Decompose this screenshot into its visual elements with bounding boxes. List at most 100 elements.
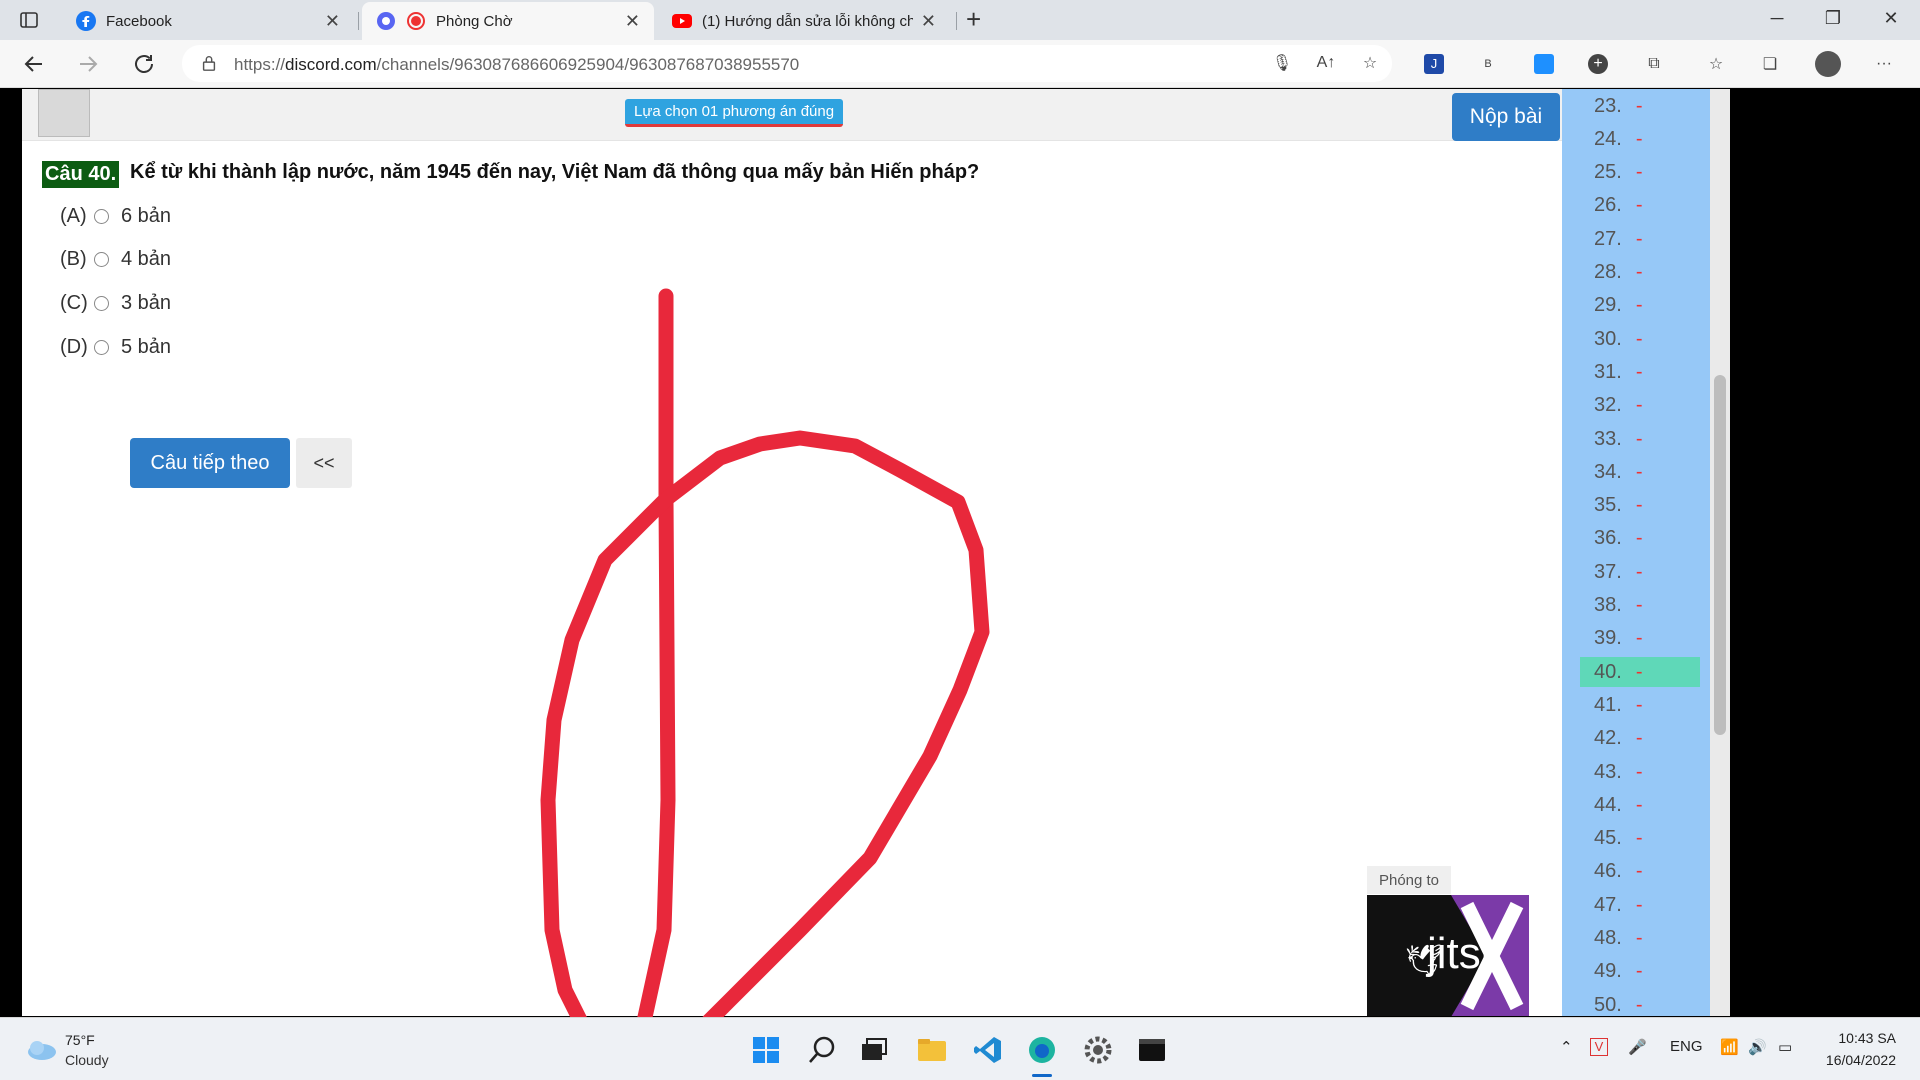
option-radio[interactable]	[94, 295, 109, 311]
option-radio[interactable]	[94, 208, 109, 224]
collections-icon[interactable]: ❏	[1756, 50, 1784, 78]
app-icon	[377, 12, 395, 30]
question-number-label: 27.	[1594, 227, 1622, 250]
extension-plus-icon[interactable]: +	[1584, 50, 1612, 78]
extension-j-icon[interactable]: J	[1420, 50, 1448, 78]
tab-facebook[interactable]: Facebook ✕	[62, 2, 354, 40]
tab-youtube[interactable]: (1) Hướng dẫn sửa lỗi không chi ✕	[658, 2, 950, 40]
previous-question-button[interactable]: <<	[296, 438, 352, 488]
question-list-item[interactable]: 24. -	[1580, 124, 1700, 154]
question-list-item[interactable]: 48. -	[1580, 924, 1700, 954]
language-indicator[interactable]: ENG	[1670, 1038, 1703, 1055]
option-b[interactable]: (B) 4 bản	[60, 244, 171, 274]
option-radio[interactable]	[94, 251, 109, 267]
close-tab-icon[interactable]: ✕	[325, 11, 340, 32]
settings-gear-icon[interactable]	[1082, 1034, 1114, 1066]
file-explorer-icon[interactable]	[916, 1034, 948, 1066]
clock-time[interactable]: 10:43 SA	[1820, 1030, 1896, 1046]
more-menu-icon[interactable]: ···	[1870, 50, 1898, 78]
scrollbar[interactable]	[1710, 89, 1730, 1016]
close-window-button[interactable]: ✕	[1876, 8, 1906, 29]
restore-button[interactable]: ❐	[1818, 8, 1848, 29]
option-a[interactable]: (A) 6 bản	[60, 201, 171, 231]
refresh-icon[interactable]	[130, 50, 158, 78]
question-list-item[interactable]: 25. -	[1580, 158, 1700, 188]
profile-avatar-icon[interactable]	[1814, 50, 1842, 78]
question-list-item[interactable]: 47. -	[1580, 890, 1700, 920]
option-d[interactable]: (D) 5 bản	[60, 332, 171, 362]
close-tab-icon[interactable]: ✕	[921, 11, 936, 32]
show-hidden-icons-icon[interactable]: ⌃	[1560, 1038, 1573, 1056]
question-list-item[interactable]: 33. -	[1580, 424, 1700, 454]
answer-placeholder: -	[1635, 427, 1643, 450]
question-list-item[interactable]: 30. -	[1580, 324, 1700, 354]
question-number-label: 38.	[1594, 594, 1622, 616]
question-list-item[interactable]: 44. -	[1580, 790, 1700, 820]
question-list-item[interactable]: 26. -	[1580, 191, 1700, 221]
favorites-icon[interactable]: ☆	[1702, 50, 1730, 78]
volume-icon[interactable]: 🔊	[1748, 1038, 1767, 1056]
question-list-item[interactable]: 45. -	[1580, 824, 1700, 854]
question-list-item[interactable]: 27. -	[1580, 224, 1700, 254]
zoom-video-button[interactable]: Phóng to	[1367, 866, 1451, 894]
option-c[interactable]: (C) 3 bản	[60, 288, 171, 318]
weather-temperature[interactable]: 75°F	[65, 1032, 95, 1048]
search-icon[interactable]	[806, 1034, 838, 1066]
read-aloud-icon[interactable]: A↑	[1312, 49, 1340, 77]
clock-date[interactable]: 16/04/2022	[1810, 1052, 1896, 1068]
url-text[interactable]: https://discord.com/channels/96308768660…	[234, 55, 799, 75]
back-icon[interactable]	[20, 50, 48, 78]
question-list-item[interactable]: 49. -	[1580, 957, 1700, 987]
forward-icon[interactable]	[74, 50, 102, 78]
question-list-item[interactable]: 23. -	[1580, 91, 1700, 121]
question-list-item[interactable]: 42. -	[1580, 724, 1700, 754]
wifi-icon[interactable]: 📶	[1720, 1038, 1739, 1056]
task-view-icon[interactable]	[858, 1034, 890, 1066]
question-list-item[interactable]: 41. -	[1580, 690, 1700, 720]
answer-placeholder: -	[1635, 560, 1643, 583]
microphone-icon[interactable]: 🎙	[1268, 49, 1296, 77]
video-thumbnail[interactable]: 🕊 jitsi	[1367, 895, 1529, 1016]
terminal-icon[interactable]	[1136, 1034, 1168, 1066]
question-list-item[interactable]: 34. -	[1580, 457, 1700, 487]
avatar	[38, 89, 90, 137]
question-list-item[interactable]: 50. -	[1580, 990, 1700, 1016]
tab-phong-cho[interactable]: Phòng Chờ ✕	[362, 2, 654, 40]
question-list-item[interactable]: 40. -	[1580, 657, 1700, 688]
minimize-button[interactable]: ─	[1762, 8, 1792, 29]
question-list-item[interactable]: 46. -	[1580, 857, 1700, 887]
question-number-label: 39.	[1594, 627, 1622, 650]
new-tab-button[interactable]: +	[966, 6, 981, 32]
tab-actions-icon[interactable]	[18, 9, 40, 31]
weather-condition[interactable]: Cloudy	[65, 1052, 109, 1068]
question-number-label: 30.	[1594, 327, 1622, 350]
submit-button[interactable]: Nộp bài	[1452, 93, 1560, 141]
edge-browser-icon[interactable]	[1026, 1034, 1058, 1066]
battery-icon[interactable]: ▭	[1778, 1038, 1792, 1056]
question-list-item[interactable]: 39. -	[1580, 624, 1700, 654]
question-list-item[interactable]: 36. -	[1580, 524, 1700, 554]
question-list-item[interactable]: 32. -	[1580, 391, 1700, 421]
extension-b-icon[interactable]: B	[1474, 50, 1502, 78]
question-list-item[interactable]: 38. -	[1580, 591, 1700, 621]
question-list-item[interactable]: 35. -	[1580, 491, 1700, 521]
question-list-item[interactable]: 29. -	[1580, 291, 1700, 321]
next-question-button[interactable]: Câu tiếp theo	[130, 438, 290, 488]
question-list-item[interactable]: 28. -	[1580, 258, 1700, 288]
favorite-star-icon[interactable]: ☆	[1356, 49, 1384, 77]
question-list-item[interactable]: 31. -	[1580, 357, 1700, 387]
option-radio[interactable]	[94, 339, 109, 355]
lock-icon[interactable]	[200, 54, 218, 72]
scrollbar-thumb[interactable]	[1714, 375, 1726, 735]
address-bar[interactable]: https://discord.com/channels/96308768660…	[182, 45, 1392, 82]
vscode-icon[interactable]	[972, 1034, 1004, 1066]
question-list-item[interactable]: 43. -	[1580, 757, 1700, 787]
question-list-item[interactable]: 37. -	[1580, 557, 1700, 587]
weather-cloud-icon[interactable]	[24, 1038, 58, 1062]
close-tab-icon[interactable]: ✕	[625, 11, 640, 32]
windows-start-icon[interactable]	[750, 1034, 782, 1066]
extensions-puzzle-icon[interactable]: ⧉	[1640, 50, 1668, 78]
extension-drop-icon[interactable]	[1530, 50, 1558, 78]
antivirus-icon[interactable]: V	[1590, 1038, 1608, 1056]
microphone-tray-icon[interactable]: 🎤	[1628, 1038, 1647, 1056]
